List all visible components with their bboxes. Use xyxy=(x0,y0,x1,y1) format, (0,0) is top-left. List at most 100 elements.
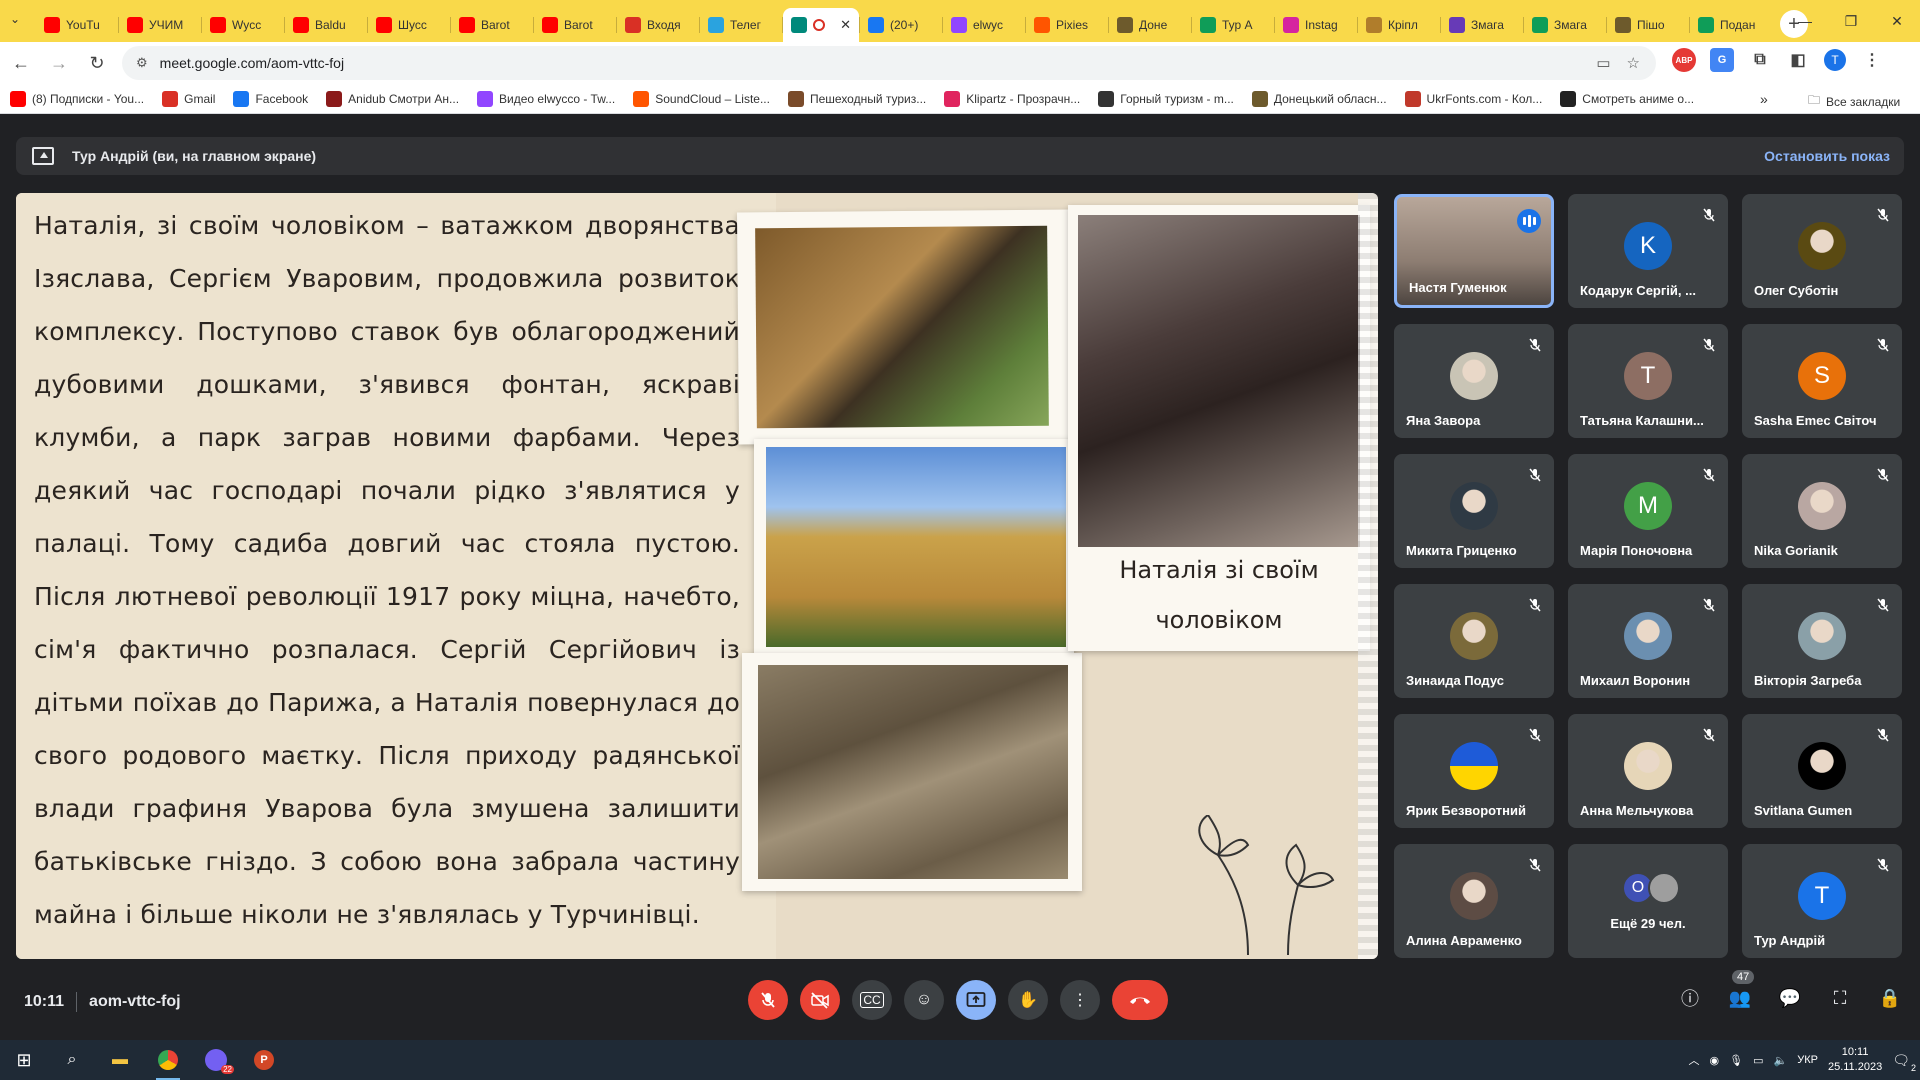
tab[interactable]: Кріпл xyxy=(1358,8,1440,42)
chrome-taskbar-button[interactable] xyxy=(144,1040,192,1080)
search-button[interactable]: ⌕ xyxy=(48,1040,96,1080)
viber-taskbar-button[interactable]: 22 xyxy=(192,1040,240,1080)
translate-icon[interactable]: G xyxy=(1710,48,1734,72)
participant-tile[interactable]: M Марія Поночовна xyxy=(1568,454,1728,568)
tab[interactable]: Змага xyxy=(1524,8,1606,42)
participant-tile[interactable]: Настя Гуменюк xyxy=(1394,194,1554,308)
participant-tile[interactable]: K Кодарук Сергій, ... xyxy=(1568,194,1728,308)
tab[interactable]: elwyc xyxy=(943,8,1025,42)
bookmark-item[interactable]: Видео elwycco - Tw... xyxy=(477,90,615,107)
present-now-button[interactable] xyxy=(956,980,996,1020)
tab[interactable]: (20+) xyxy=(860,8,942,42)
tray-overflow-icon[interactable]: ︿ xyxy=(1689,1052,1700,1068)
tab[interactable]: Baldu xyxy=(285,8,367,42)
stop-presenting-button[interactable]: Остановить показ xyxy=(1764,148,1890,164)
bookmark-item[interactable]: Anidub Смотри Ан... xyxy=(326,90,459,107)
side-panel-icon[interactable]: ◧ xyxy=(1786,48,1810,72)
participant-tile[interactable]: Nika Gorianik xyxy=(1742,454,1902,568)
participant-tile[interactable]: Микита Гриценко xyxy=(1394,454,1554,568)
menu-kebab-icon[interactable]: ⋮ xyxy=(1860,48,1884,72)
tab[interactable]: УЧИМ xyxy=(119,8,201,42)
bookmark-item[interactable]: Klipartz - Прозрачн... xyxy=(944,90,1080,107)
powerpoint-taskbar-button[interactable]: P xyxy=(240,1040,288,1080)
tab-search-icon[interactable]: ⌄ xyxy=(10,12,20,26)
participant-tile[interactable]: T Тур Андрій xyxy=(1742,844,1902,958)
activities-button[interactable]: ⛶ xyxy=(1826,984,1854,1012)
bookmark-item[interactable]: (8) Подписки - You... xyxy=(10,90,144,107)
extensions-puzzle-icon[interactable]: ⧉ xyxy=(1748,48,1772,72)
site-info-icon[interactable]: ⚙ xyxy=(136,55,148,71)
participant-tile[interactable]: T Татьяна Калашни... xyxy=(1568,324,1728,438)
participant-tile[interactable]: Svitlana Gumen xyxy=(1742,714,1902,828)
bookmark-item[interactable]: Gmail xyxy=(162,90,215,107)
all-bookmarks-button[interactable]: 🗀 Все закладки xyxy=(1808,91,1900,112)
tab[interactable]: Пішо xyxy=(1607,8,1689,42)
tab[interactable]: Тур А xyxy=(1192,8,1274,42)
tab[interactable]: Pixies xyxy=(1026,8,1108,42)
forward-button[interactable]: → xyxy=(42,46,76,80)
tab[interactable]: Wycc xyxy=(202,8,284,42)
back-button[interactable]: ← xyxy=(4,46,38,80)
leave-call-button[interactable] xyxy=(1112,980,1168,1020)
mic-tray-icon[interactable]: 🎙 xyxy=(1729,1054,1743,1067)
language-indicator[interactable]: УКР xyxy=(1797,1054,1818,1066)
bookmark-item[interactable]: UkrFonts.com - Кол... xyxy=(1404,90,1542,107)
bookmark-item[interactable]: Facebook xyxy=(233,90,308,107)
people-button[interactable]: 47 👥 xyxy=(1726,970,1755,1012)
close-window-button[interactable]: ✕ xyxy=(1874,0,1920,42)
tab[interactable]: YouTu xyxy=(36,8,118,42)
meeting-code[interactable]: aom-vttc-foj xyxy=(89,993,181,1011)
host-controls-button[interactable]: 🔒 xyxy=(1876,984,1904,1012)
tab[interactable]: Шусс xyxy=(368,8,450,42)
bookmark-star-icon[interactable]: ☆ xyxy=(1627,54,1640,72)
tab[interactable]: Доне xyxy=(1109,8,1191,42)
participant-tile[interactable]: Алина Авраменко xyxy=(1394,844,1554,958)
close-tab-icon[interactable]: ✕ xyxy=(840,17,851,33)
bookmark-item[interactable]: Пешеходный туриз... xyxy=(787,90,926,107)
webcam-tray-icon[interactable]: ◉ xyxy=(1710,1054,1720,1067)
participant-tile[interactable]: Ярик Безворотний xyxy=(1394,714,1554,828)
tab[interactable]: Barot xyxy=(451,8,533,42)
participant-tile[interactable]: S Sasha Emec Світоч xyxy=(1742,324,1902,438)
tab[interactable]: Телег xyxy=(700,8,782,42)
restore-button[interactable]: ❐ xyxy=(1828,0,1874,42)
clock[interactable]: 10:11 25.11.2023 xyxy=(1828,1045,1882,1075)
start-button[interactable]: ⊞ xyxy=(0,1040,48,1080)
minimize-button[interactable]: — xyxy=(1782,0,1828,42)
chat-button[interactable]: 💬 xyxy=(1776,984,1804,1012)
participant-tile[interactable]: Зинаида Подус xyxy=(1394,584,1554,698)
participant-tile[interactable]: Вікторія Загреба xyxy=(1742,584,1902,698)
volume-icon[interactable]: 🔈 xyxy=(1774,1054,1788,1067)
bookmark-item[interactable]: Донецький обласн... xyxy=(1251,90,1387,107)
bookmark-item[interactable]: SoundCloud – Liste... xyxy=(633,90,770,107)
reactions-button[interactable]: ☺ xyxy=(904,980,944,1020)
tab[interactable]: Змага xyxy=(1441,8,1523,42)
participant-tile[interactable]: Яна Завора xyxy=(1394,324,1554,438)
camera-off-button[interactable] xyxy=(800,980,840,1020)
network-icon[interactable]: ▭ xyxy=(1753,1054,1763,1067)
tab[interactable]: Входя xyxy=(617,8,699,42)
profile-avatar[interactable]: T xyxy=(1824,49,1846,71)
participant-tile[interactable]: Михаил Воронин xyxy=(1568,584,1728,698)
participant-tile[interactable]: Анна Мельчукова xyxy=(1568,714,1728,828)
file-explorer-button[interactable]: ▬ xyxy=(96,1040,144,1080)
notifications-icon[interactable]: 🗨 2 xyxy=(1892,1052,1916,1073)
camera-in-use-icon[interactable]: ▭ xyxy=(1596,54,1610,72)
bookmark-item[interactable]: Горный туризм - m... xyxy=(1098,90,1234,107)
tab[interactable]: Instag xyxy=(1275,8,1357,42)
more-options-button[interactable]: ⋮ xyxy=(1060,980,1100,1020)
tab[interactable]: Barot xyxy=(534,8,616,42)
participant-tile[interactable]: Олег Суботін xyxy=(1742,194,1902,308)
more-participants-tile[interactable]: O Ещё 29 чел. xyxy=(1568,844,1728,958)
address-bar[interactable]: ⚙ meet.google.com/aom-vttc-foj ▭ ☆ xyxy=(122,46,1656,80)
raise-hand-button[interactable]: ✋ xyxy=(1008,980,1048,1020)
tab[interactable]: Подан xyxy=(1690,8,1772,42)
bookmark-item[interactable]: Смотреть аниме о... xyxy=(1560,90,1694,107)
bookmarks-overflow-button[interactable]: » xyxy=(1760,91,1768,107)
adblock-icon[interactable]: ABP xyxy=(1672,48,1696,72)
reload-button[interactable]: ↻ xyxy=(80,46,114,80)
tab-active[interactable]: ✕ xyxy=(783,8,859,42)
captions-button[interactable]: CC xyxy=(852,980,892,1020)
mic-off-button[interactable] xyxy=(748,980,788,1020)
meeting-details-button[interactable]: ⓘ xyxy=(1676,984,1704,1012)
